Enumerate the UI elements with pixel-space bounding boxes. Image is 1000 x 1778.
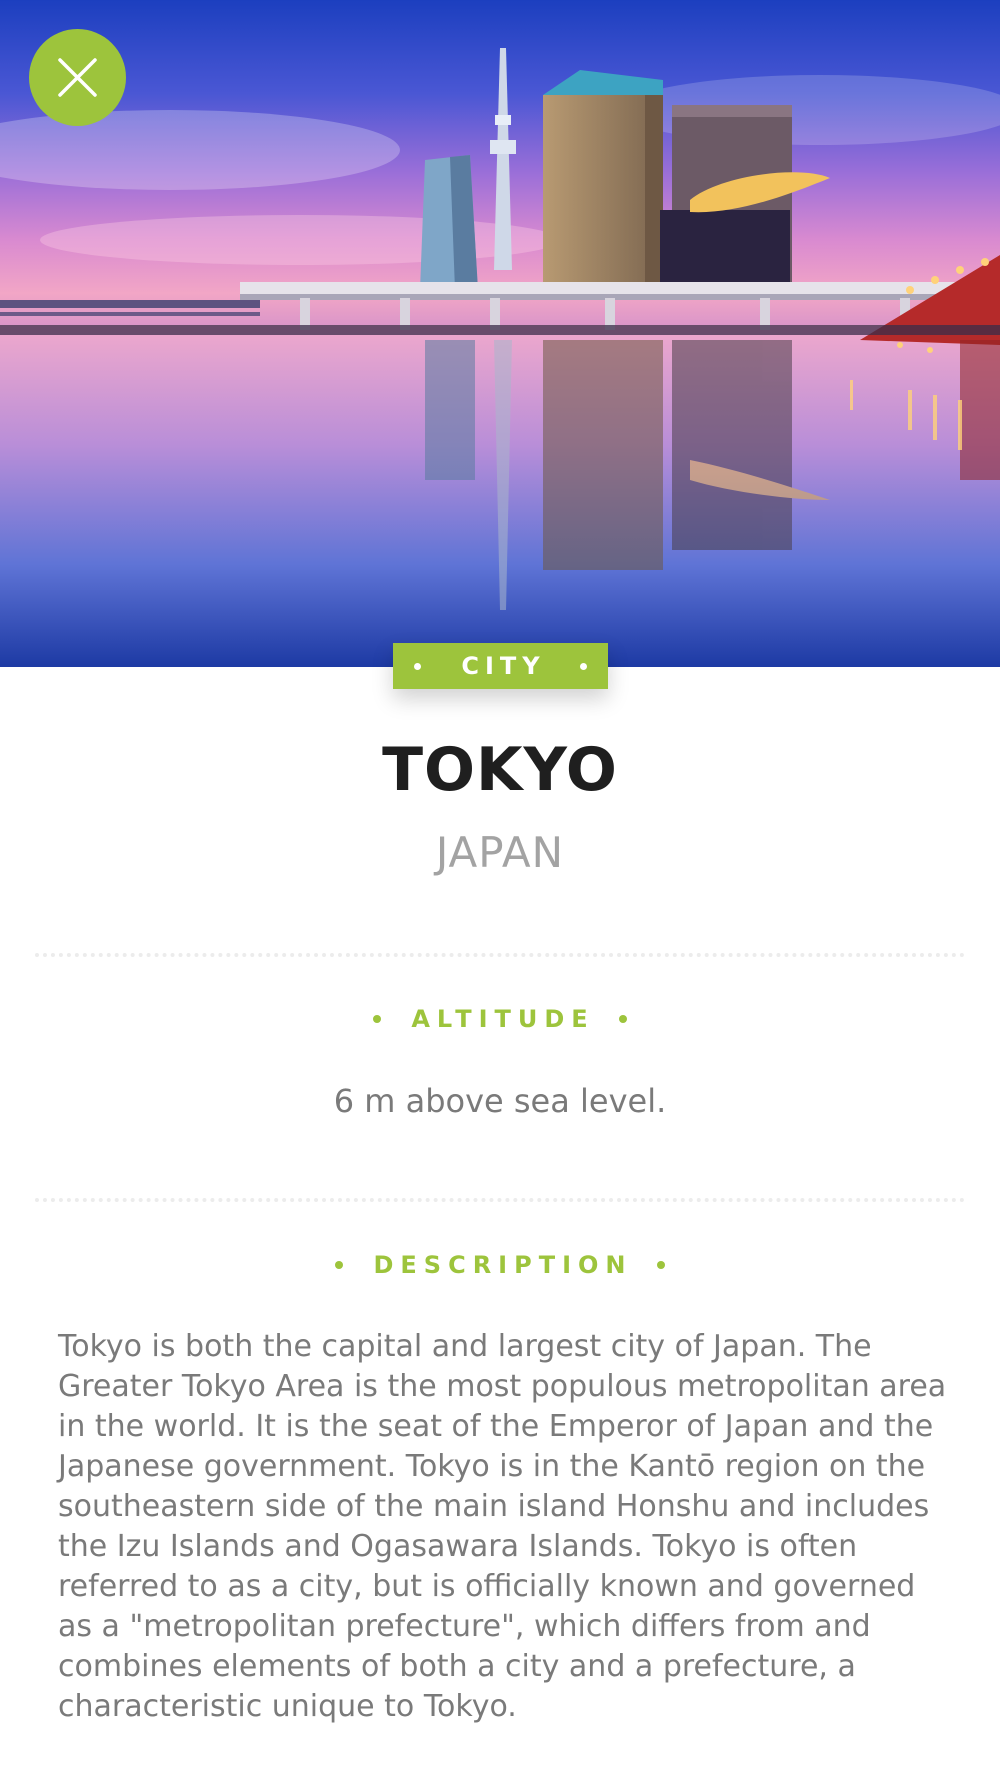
category-label: CITY xyxy=(461,652,546,680)
category-badge: CITY xyxy=(393,643,608,689)
altitude-value: 6 m above sea level. xyxy=(333,1082,667,1120)
tokyo-skyline-illustration xyxy=(0,48,1000,667)
heading-dot-left xyxy=(335,1261,344,1269)
divider xyxy=(35,953,965,957)
description-heading: DESCRIPTION xyxy=(0,1251,1000,1279)
altitude-label: ALTITUDE xyxy=(411,1005,595,1033)
page-title: TOKYO xyxy=(382,735,618,805)
altitude-heading: ALTITUDE xyxy=(0,1005,1000,1033)
description-text: Tokyo is both the capital and largest ci… xyxy=(58,1329,947,1724)
badge-dot-left xyxy=(414,662,422,670)
badge-dot-right xyxy=(579,662,587,670)
heading-dot-left xyxy=(373,1015,382,1023)
divider xyxy=(35,1198,965,1202)
heading-dot-right xyxy=(618,1015,627,1023)
close-icon xyxy=(58,58,97,97)
description-label: DESCRIPTION xyxy=(373,1251,633,1279)
heading-dot-right xyxy=(656,1261,665,1269)
page-subtitle: JAPAN xyxy=(435,828,565,877)
hero-image xyxy=(0,0,1000,667)
close-button[interactable] xyxy=(29,29,126,126)
